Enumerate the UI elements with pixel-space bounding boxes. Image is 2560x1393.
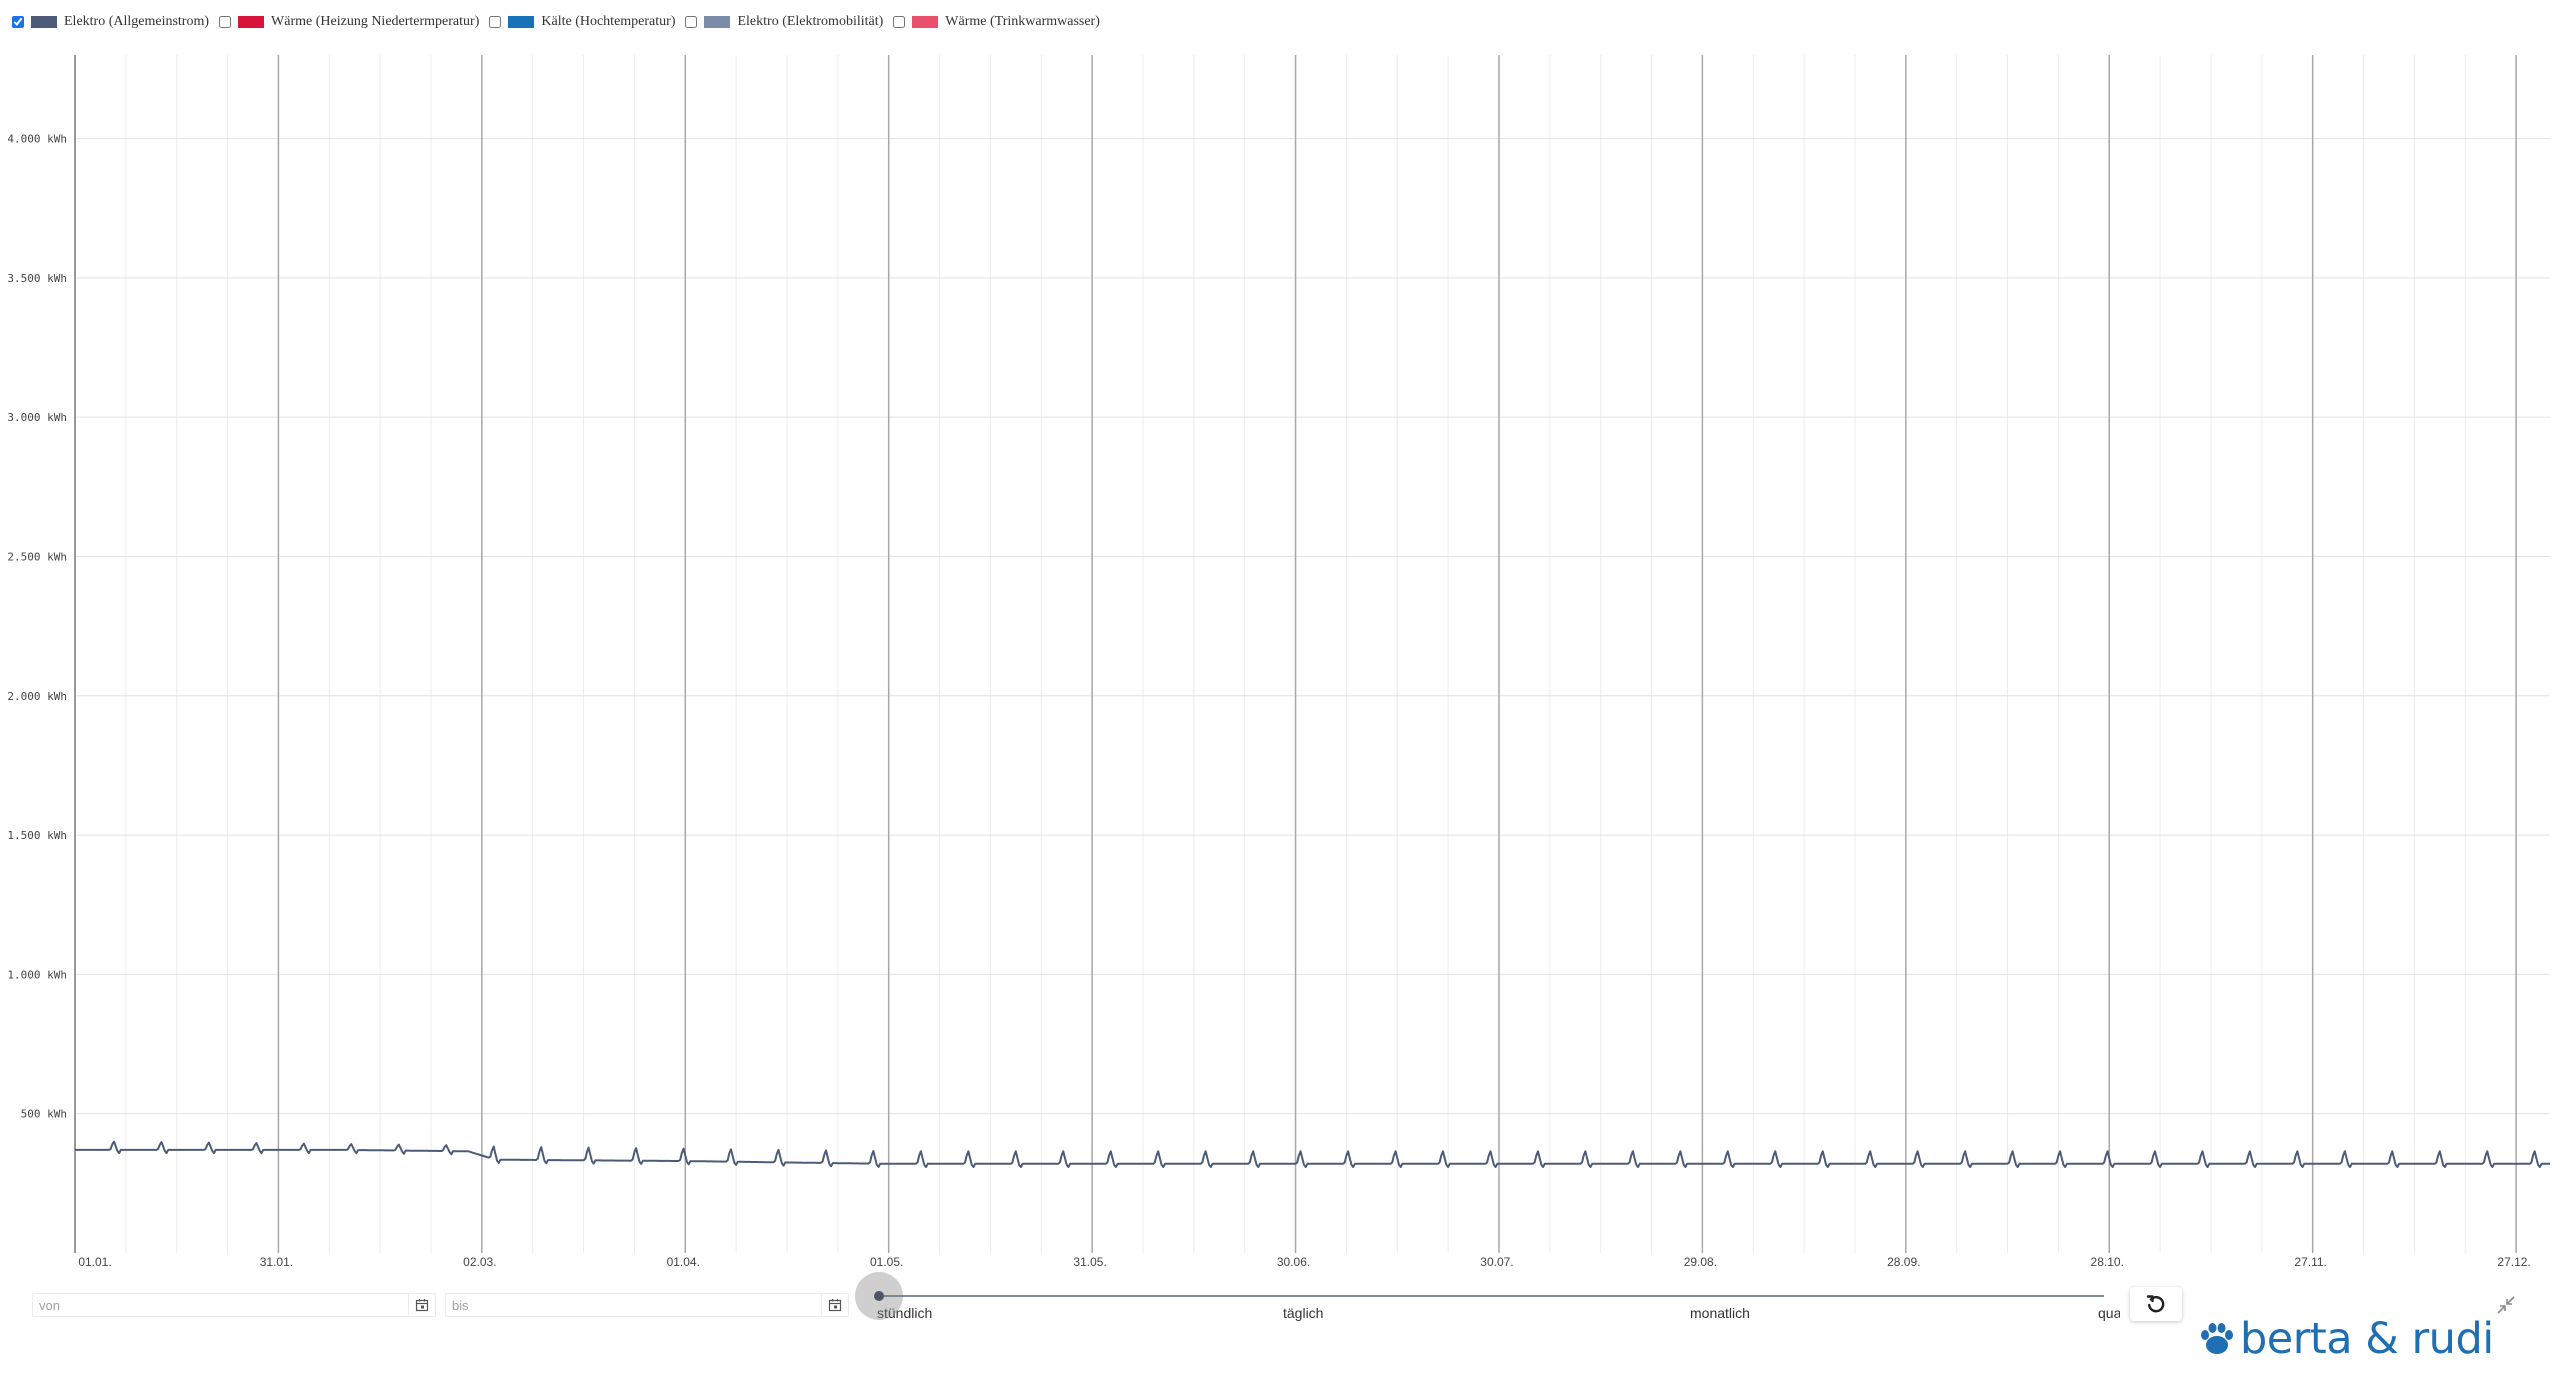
x-tick-label: 28.09. <box>1887 1255 1920 1269</box>
slider-labels: stündlich täglich monatlich quartal <box>870 1281 2120 1326</box>
x-tick-label: 27.12. <box>2497 1255 2530 1269</box>
reset-button[interactable] <box>2130 1287 2182 1321</box>
collapse-button[interactable] <box>2494 1293 2518 1317</box>
brand-logo: berta & rudi <box>2198 1312 2494 1366</box>
resolution-slider[interactable]: stündlich täglich monatlich quartal <box>855 1272 2120 1321</box>
y-tick-label: 4.000 kWh <box>7 133 67 146</box>
from-calendar-button[interactable] <box>408 1294 435 1316</box>
y-tick-label: 3.000 kWh <box>7 411 67 424</box>
resolution-label-daily[interactable]: täglich <box>1283 1305 1323 1321</box>
paw-icon <box>2201 1323 2233 1354</box>
collapse-icon <box>2497 1296 2515 1314</box>
x-tick-label: 29.08. <box>1684 1255 1717 1269</box>
series-line-elektro-allgemeinstrom <box>75 1140 2550 1168</box>
y-tick-label: 1.000 kWh <box>7 968 67 981</box>
calendar-icon <box>828 1299 842 1312</box>
from-date-field[interactable] <box>32 1293 436 1317</box>
resolution-label-quarterly[interactable]: quartal <box>2098 1305 2120 1321</box>
to-date-field[interactable] <box>445 1293 849 1317</box>
y-tick-label: 500 kWh <box>21 1108 67 1121</box>
x-tick-label: 02.03. <box>463 1255 496 1269</box>
slider-thumb[interactable] <box>874 1291 884 1301</box>
to-calendar-button[interactable] <box>821 1294 848 1316</box>
energy-chart: 500 kWh 1.000 kWh 1.500 kWh 2.000 kWh 2.500 … <box>7 55 2550 1269</box>
calendar-icon <box>415 1299 429 1312</box>
x-tick-label: 28.10. <box>2091 1255 2124 1269</box>
to-date-input[interactable] <box>446 1294 830 1316</box>
reset-icon <box>2146 1295 2165 1313</box>
dashboard: Elektro (Allgemeinstrom) Wärme (Heizung N… <box>0 0 2560 1393</box>
y-tick-label: 1.500 kWh <box>7 829 67 842</box>
x-tick-label: 27.11. <box>2294 1255 2326 1269</box>
y-tick-label: 2.000 kWh <box>7 690 67 703</box>
from-date-input[interactable] <box>33 1294 417 1316</box>
y-tick-label: 2.500 kWh <box>7 550 67 563</box>
brand-name: berta & rudi <box>2240 1313 2494 1364</box>
x-tick-label: 01.04. <box>667 1255 700 1269</box>
x-tick-label: 30.06. <box>1277 1255 1310 1269</box>
x-tick-label: 30.07. <box>1480 1255 1513 1269</box>
x-tick-label: 31.01. <box>260 1255 293 1269</box>
x-tick-label: 31.05. <box>1073 1255 1106 1269</box>
y-tick-label: 3.500 kWh <box>7 272 67 285</box>
x-tick-label: 01.05. <box>870 1255 903 1269</box>
x-tick-label: 01.01. <box>78 1255 111 1269</box>
resolution-label-monthly[interactable]: monatlich <box>1690 1305 1750 1321</box>
